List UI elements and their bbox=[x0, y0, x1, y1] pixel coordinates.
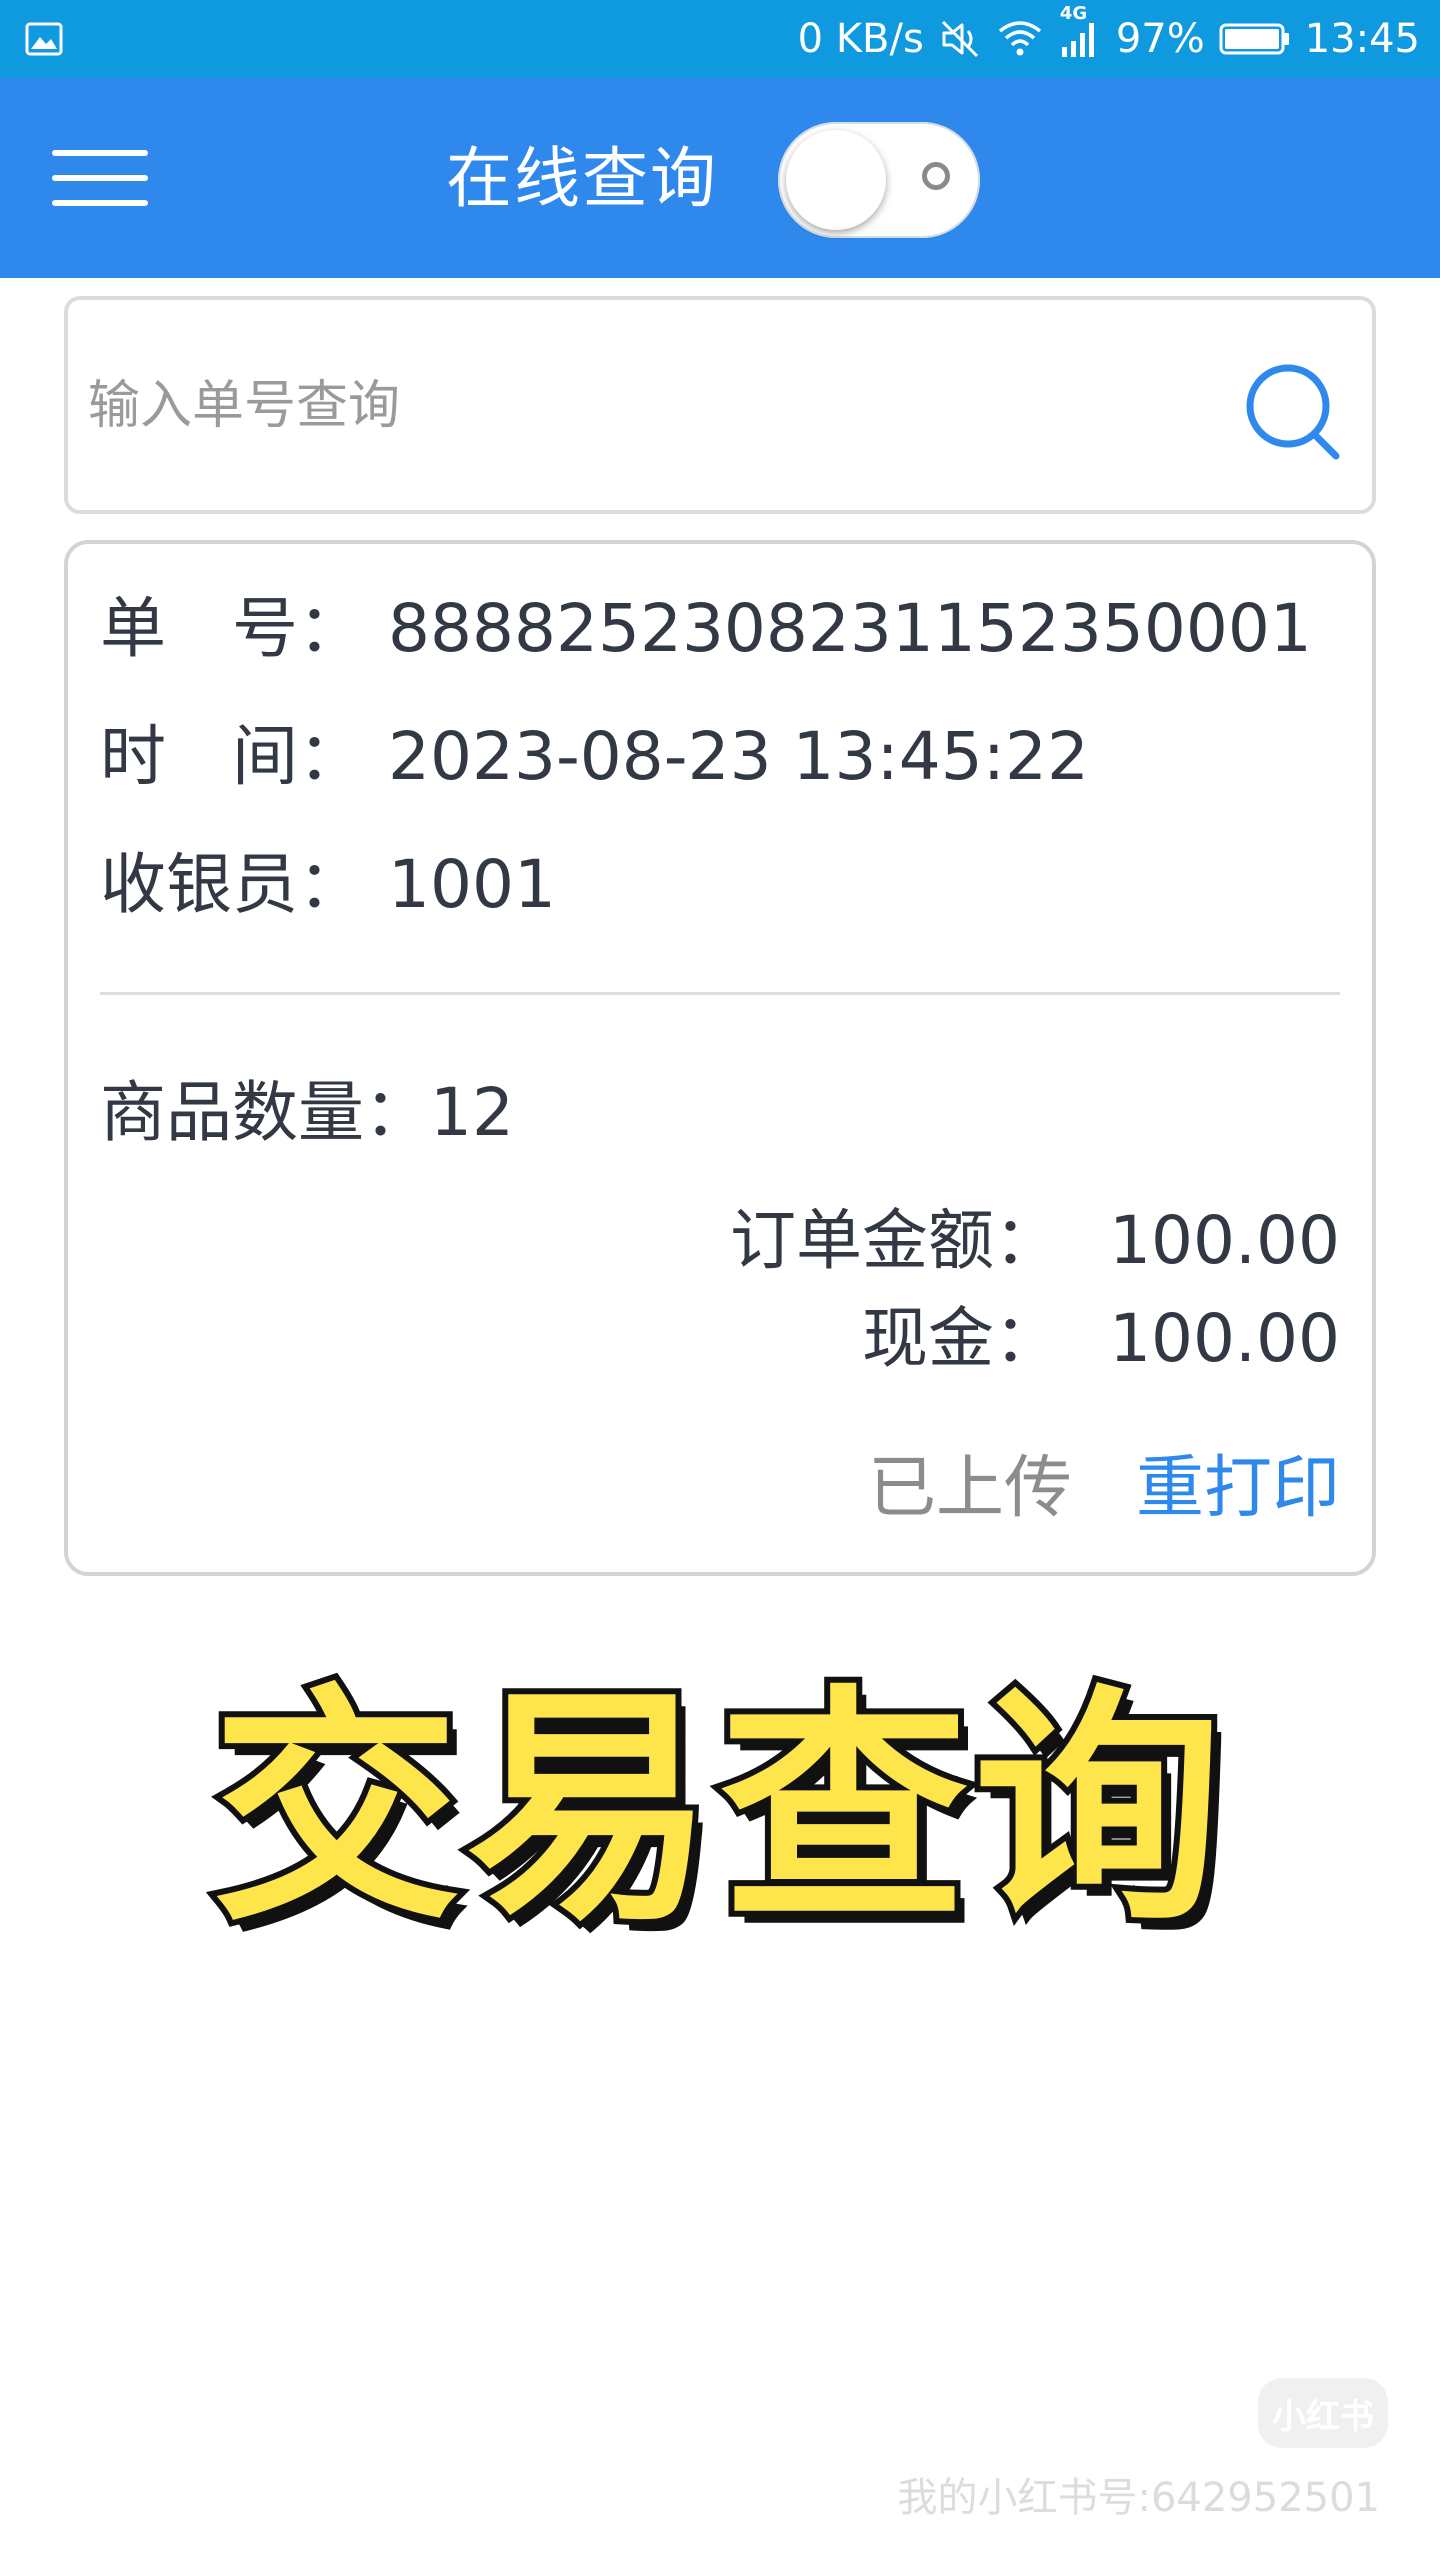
time-row: 时 间： 2023-08-23 13:45:22 bbox=[100, 712, 1089, 802]
reprint-button[interactable]: 重打印 bbox=[1136, 1444, 1340, 1534]
status-right: 0 KB/s 4G 97% 13:45 bbox=[797, 3, 1420, 62]
cash-row: 现金： 100.00 bbox=[862, 1294, 1340, 1384]
watermark-logo: 小红书 bbox=[1258, 2378, 1388, 2448]
order-number-value: 8888252308231152350001 bbox=[388, 590, 1312, 667]
time-value: 2023-08-23 13:45:22 bbox=[388, 718, 1089, 795]
battery-percent: 97% bbox=[1115, 16, 1205, 62]
divider bbox=[100, 992, 1340, 995]
status-left bbox=[24, 19, 64, 59]
transaction-card: 单 号： 8888252308231152350001 时 间： 2023-08-2… bbox=[64, 540, 1376, 1576]
cash-value: 100.00 bbox=[1109, 1300, 1340, 1377]
network-speed: 0 KB/s bbox=[797, 16, 924, 62]
overlay-caption: 交易查询 bbox=[206, 1660, 1228, 1960]
search-box bbox=[64, 296, 1376, 514]
order-amount-label: 订单金额： bbox=[730, 1202, 1060, 1279]
signal-group: 4G bbox=[1058, 3, 1102, 61]
cashier-value: 1001 bbox=[388, 846, 556, 923]
item-count-value: 12 bbox=[430, 1074, 514, 1151]
menu-line bbox=[52, 175, 148, 181]
order-search-input[interactable] bbox=[86, 340, 1210, 472]
battery-icon bbox=[1219, 23, 1289, 55]
status-bar: 0 KB/s 4G 97% 13:45 bbox=[0, 0, 1440, 78]
menu-icon[interactable] bbox=[52, 138, 148, 218]
clock: 13:45 bbox=[1304, 16, 1420, 62]
cash-label: 现金： bbox=[862, 1300, 1060, 1377]
cashier-label: 收银员： bbox=[100, 846, 364, 923]
network-type: 4G bbox=[1059, 3, 1088, 24]
toggle-off-indicator-icon bbox=[922, 162, 950, 190]
time-label: 时 间： bbox=[100, 718, 364, 795]
wifi-icon bbox=[998, 21, 1041, 56]
watermark-text: 我的小红书号:642952501 bbox=[897, 2475, 1380, 2521]
menu-line bbox=[52, 200, 148, 206]
mute-icon bbox=[941, 20, 978, 58]
order-amount-row: 订单金额： 100.00 bbox=[730, 1196, 1340, 1286]
menu-line bbox=[52, 150, 148, 156]
search-icon[interactable] bbox=[1238, 356, 1348, 466]
order-number-row: 单 号： 8888252308231152350001 bbox=[100, 584, 1312, 674]
cashier-row: 收银员： 1001 bbox=[100, 840, 556, 930]
app-bar: 在线查询 bbox=[0, 78, 1440, 278]
item-count-row: 商品数量：12 bbox=[100, 1068, 514, 1158]
item-count-label: 商品数量： bbox=[100, 1074, 430, 1151]
order-number-label: 单 号： bbox=[100, 590, 364, 667]
toggle-knob bbox=[786, 130, 886, 230]
order-amount-value: 100.00 bbox=[1109, 1202, 1340, 1279]
gallery-icon bbox=[25, 22, 63, 56]
upload-status: 已上传 bbox=[867, 1449, 1072, 1528]
page-title: 在线查询 bbox=[446, 140, 718, 217]
online-query-toggle[interactable] bbox=[778, 122, 980, 238]
